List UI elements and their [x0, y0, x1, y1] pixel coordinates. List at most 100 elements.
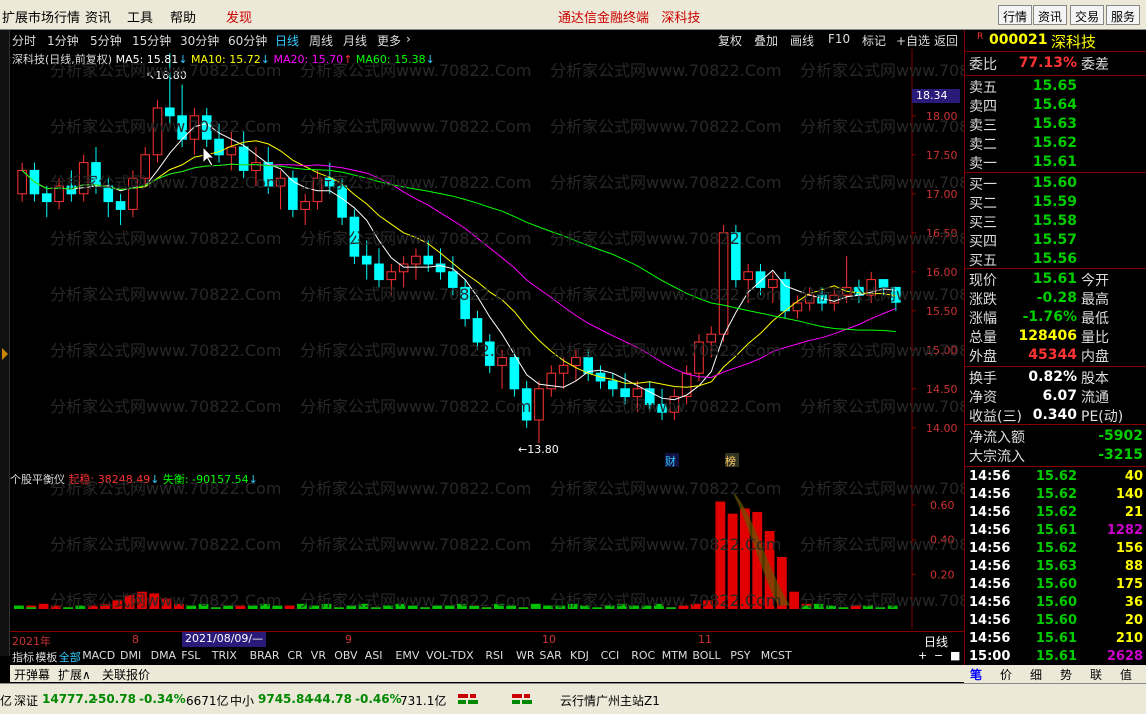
zoom-out-button[interactable]: −: [934, 649, 943, 662]
back-button[interactable]: 返回: [934, 32, 958, 49]
buy-level-label: 买一: [969, 177, 997, 193]
indicator-tab-9[interactable]: CR: [287, 649, 302, 662]
tab-1min[interactable]: 1分钟: [47, 32, 79, 49]
tab-daily[interactable]: 日线: [275, 32, 299, 49]
indicator-tab-19[interactable]: CCI: [601, 649, 620, 662]
flow-row: 大宗流入 -3215: [967, 446, 1145, 465]
indicator-tab-14[interactable]: VOL-TDX: [426, 649, 474, 662]
watermark: 分析家公式网www.70822.Com: [300, 479, 532, 498]
menu-news[interactable]: 资讯: [85, 7, 111, 26]
danmaku-toggle[interactable]: 开弹幕: [14, 666, 50, 683]
expand-toggle[interactable]: 扩展∧: [58, 666, 91, 683]
indicator-tab-24[interactable]: MCST: [761, 649, 792, 662]
quote-stat-label: 现价: [969, 273, 997, 289]
buy-level-value: 15.57: [1032, 232, 1077, 248]
buy-level-value: 15.60: [1032, 175, 1077, 191]
quote-tab-1[interactable]: 价: [1000, 666, 1012, 683]
tab-5min[interactable]: 5分钟: [90, 32, 122, 49]
indicator-tab-0[interactable]: 指标: [12, 649, 34, 665]
related-quotes[interactable]: 关联报价: [102, 666, 150, 683]
news-button[interactable]: 资讯: [1033, 5, 1068, 25]
indicator-tab-3[interactable]: MACD: [82, 649, 115, 662]
tab-more[interactable]: 更多: [377, 32, 401, 49]
adjust-button[interactable]: 复权: [718, 32, 742, 49]
sell-level-row: 卖五 15.65: [967, 77, 1145, 96]
indicator-tab-12[interactable]: ASI: [365, 649, 383, 662]
quote-tab-0[interactable]: 笔: [970, 666, 982, 683]
menu-extended-market[interactable]: 扩展市场行情: [2, 7, 80, 26]
zoom-in-button[interactable]: +: [918, 649, 927, 662]
draw-button[interactable]: 画线: [790, 32, 814, 49]
indicator-tab-23[interactable]: PSY: [730, 649, 750, 662]
tab-30min[interactable]: 30分钟: [180, 32, 219, 49]
tab-weekly[interactable]: 周线: [309, 32, 333, 49]
indicator-tab-16[interactable]: WR: [516, 649, 535, 662]
balance-bar-down: [530, 603, 541, 609]
left-collapse-strip[interactable]: [0, 30, 10, 656]
panel-toggle-button[interactable]: ■: [950, 649, 960, 662]
quote-tab-5[interactable]: 值: [1120, 666, 1132, 683]
trade-button[interactable]: 交易: [1070, 5, 1105, 25]
quote-stat-row: 外盘 45344 内盘: [967, 346, 1145, 365]
flow-label: 净流入额: [969, 430, 1025, 446]
indicator-tab-1[interactable]: 模板: [35, 649, 57, 665]
indicator-tab-20[interactable]: ROC: [631, 649, 655, 662]
tick-volume: 1282: [1106, 523, 1143, 538]
ranking-marker[interactable]: 榜: [725, 453, 739, 468]
sell-level-value: 15.63: [1032, 116, 1077, 132]
quote-stat-label2: 内盘: [1081, 349, 1109, 365]
indicator-tab-6[interactable]: FSL: [181, 649, 200, 662]
f10-button[interactable]: F10: [828, 32, 850, 46]
indicator-tab-11[interactable]: OBV: [334, 649, 357, 662]
indicator-tab-17[interactable]: SAR: [539, 649, 561, 662]
menu-help[interactable]: 帮助: [170, 7, 196, 26]
indicator-tab-4[interactable]: DMI: [120, 649, 141, 662]
tick-row: 14:56 15.61 210: [967, 631, 1145, 649]
mark-button[interactable]: 标记: [862, 32, 886, 49]
indicator-tab-18[interactable]: KDJ: [570, 649, 589, 662]
indicator-chart[interactable]: 0.20 0.40 0.60 个股平衡仪 起稳: 38248.49↓ 失衡: -90…: [10, 469, 1031, 629]
indicator-tab-10[interactable]: VR: [311, 649, 326, 662]
watermark: 分析家公式网www.70822.Com: [300, 61, 532, 80]
quote-tab-4[interactable]: 联: [1090, 666, 1102, 683]
quote-stat-row: 涨幅 -1.76% 最低: [967, 308, 1145, 327]
tick-time: 14:56: [969, 559, 1011, 574]
indicator-tab-22[interactable]: BOLL: [692, 649, 720, 662]
kline-chart[interactable]: 14.00 14.50 15.00 15.50 16.00 16.50 17.00 17.50…: [10, 49, 1031, 469]
tab-timeshare[interactable]: 分时: [12, 32, 36, 49]
tick-volume: 140: [1115, 487, 1143, 502]
indicator-tab-8[interactable]: BRAR: [250, 649, 280, 662]
indicator-tab-5[interactable]: DMA: [151, 649, 177, 662]
tab-15min[interactable]: 15分钟: [132, 32, 171, 49]
quote-tab-3[interactable]: 势: [1060, 666, 1072, 683]
buy-level-row: 买一 15.60: [967, 174, 1145, 193]
buy-level-label: 买五: [969, 253, 997, 269]
quote-button[interactable]: 行情: [998, 5, 1033, 25]
finance-marker[interactable]: 财: [665, 453, 679, 468]
indicator-tab-13[interactable]: EMV: [395, 649, 419, 662]
quote-tab-2[interactable]: 细: [1030, 666, 1042, 683]
indicator-tab-2[interactable]: 全部: [59, 649, 81, 665]
tick-volume: 88: [1124, 559, 1143, 574]
indicator-tab-21[interactable]: MTM: [662, 649, 688, 662]
more-arrow-icon[interactable]: ›: [406, 32, 411, 46]
sz-label[interactable]: 深证: [14, 692, 38, 709]
expand-arrow-icon[interactable]: [0, 30, 10, 656]
zx-label[interactable]: 中小: [230, 692, 254, 709]
tick-time: 14:56: [969, 487, 1011, 502]
period-toolbar: 分时 1分钟 5分钟 15分钟 30分钟 60分钟 日线 周线 月线 更多 › …: [10, 30, 964, 49]
candle-body: [423, 255, 434, 265]
service-button[interactable]: 服务: [1106, 5, 1141, 25]
tick-time: 14:56: [969, 613, 1011, 628]
indicator-tab-15[interactable]: RSI: [485, 649, 503, 662]
indicator-tab-7[interactable]: TRIX: [212, 649, 237, 662]
server-name[interactable]: 云行情广州主站Z1: [560, 692, 660, 709]
tab-monthly[interactable]: 月线: [343, 32, 367, 49]
add-watchlist-button[interactable]: +自选: [896, 32, 930, 49]
menu-discover[interactable]: 发现: [226, 7, 252, 26]
balance-bar-down: [26, 607, 37, 609]
tab-60min[interactable]: 60分钟: [228, 32, 267, 49]
overlay-button[interactable]: 叠加: [754, 32, 778, 49]
menu-tools[interactable]: 工具: [127, 7, 153, 26]
quote-stat-row: 涨跌 -0.28 最高: [967, 289, 1145, 308]
